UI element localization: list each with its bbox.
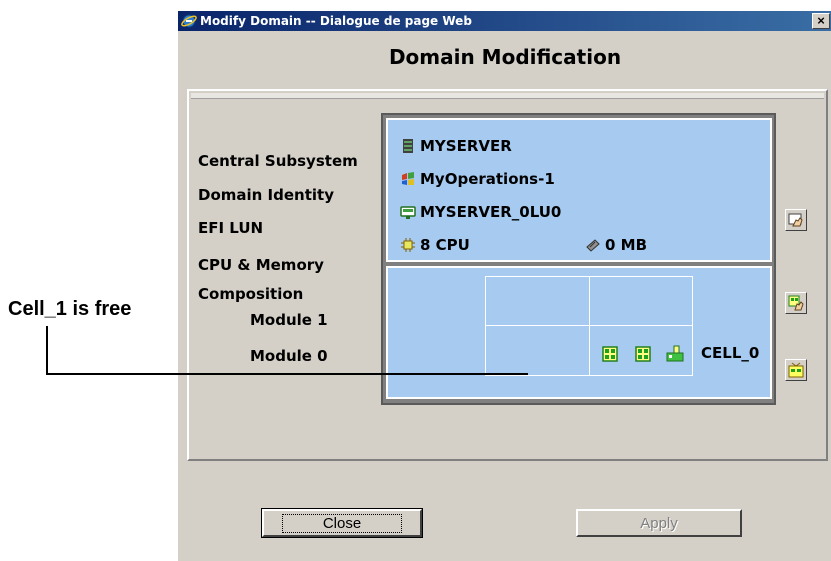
cell-slot-module0-right[interactable] (590, 326, 693, 376)
efi-lun-row: MYSERVER_0LU0 (400, 203, 561, 221)
server-row: MYSERVER (400, 137, 512, 155)
server-icon (403, 139, 413, 153)
memory-board-icon (635, 346, 651, 362)
hand-edit-icon (788, 213, 803, 227)
server-name: MYSERVER (420, 137, 512, 155)
close-button[interactable]: Close (261, 508, 423, 538)
domain-identity-value: MyOperations-1 (420, 170, 555, 188)
memory-icon (586, 239, 600, 252)
add-cell-button[interactable] (785, 359, 807, 381)
memory-size: 0 MB (605, 236, 648, 254)
page-title: Domain Modification (388, 45, 622, 69)
label-module-0: Module 0 (250, 347, 328, 365)
annotation-callout: Cell_1 is free (8, 298, 132, 320)
annotation-leader-horizontal (46, 373, 528, 375)
domain-info-panel: MYSERVER MyOperations-1 MYSERVER_0LU0 8 … (386, 118, 772, 262)
disk-icon (400, 206, 416, 219)
cell-slot-module1-right[interactable] (590, 277, 693, 325)
label-module-1: Module 1 (250, 311, 328, 329)
modify-composition-button[interactable] (785, 292, 807, 314)
title-bar[interactable]: Modify Domain -- Dialogue de page Web × (178, 11, 831, 31)
label-central-subsystem: Central Subsystem (198, 152, 358, 170)
label-cpu-memory: CPU & Memory (198, 256, 324, 274)
ie-app-icon (181, 14, 197, 28)
io-module-icon (666, 345, 684, 362)
modify-domain-dialog: Modify Domain -- Dialogue de page Web × … (177, 10, 831, 561)
cell-0-name: CELL_0 (701, 344, 760, 362)
label-efi-lun: EFI LUN (198, 219, 264, 237)
annotation-leader-vertical (46, 326, 48, 374)
group-panel-header-strip (191, 93, 824, 99)
identity-row: MyOperations-1 (400, 170, 555, 188)
module-grid (485, 276, 693, 376)
windows-identity-icon (402, 172, 414, 185)
cell-slot-module1-left[interactable] (486, 277, 589, 325)
window-title: Modify Domain -- Dialogue de page Web (200, 14, 472, 28)
apply-button-label: Apply (640, 514, 678, 532)
add-cell-icon (788, 362, 804, 378)
composition-panel: CELL_0 (386, 266, 772, 399)
cpu-row: 8 CPU (400, 236, 470, 254)
chip-icon (401, 238, 415, 252)
apply-button[interactable]: Apply (576, 509, 742, 537)
cpu-count: 8 CPU (420, 236, 470, 254)
window-close-button[interactable]: × (812, 13, 830, 29)
cell-0-label: CELL_0 (701, 344, 759, 362)
cpu-board-icon (602, 346, 618, 362)
efi-lun-value: MYSERVER_0LU0 (420, 203, 562, 221)
label-domain-identity: Domain Identity (198, 186, 334, 204)
cell-slot-module0-left[interactable] (486, 326, 589, 376)
edit-composition-icon (788, 295, 804, 311)
modify-identity-button[interactable] (785, 209, 807, 231)
memory-row: 0 MB (585, 236, 647, 254)
close-button-label: Close (281, 513, 403, 533)
label-composition: Composition (198, 285, 304, 303)
